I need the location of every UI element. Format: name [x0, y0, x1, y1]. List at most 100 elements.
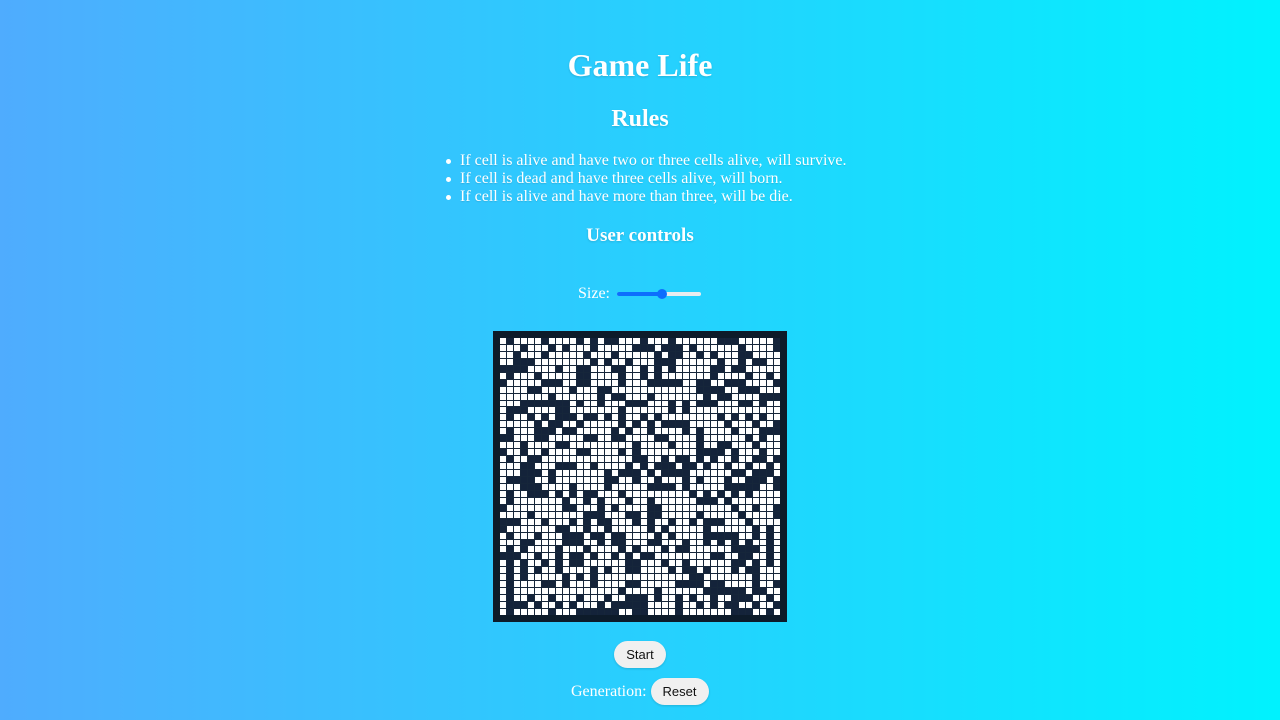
grid-cell[interactable]	[696, 504, 703, 511]
grid-cell[interactable]	[500, 581, 507, 588]
grid-cell[interactable]	[745, 365, 752, 372]
grid-cell[interactable]	[759, 428, 766, 435]
grid-cell[interactable]	[661, 414, 668, 421]
grid-cell[interactable]	[703, 344, 710, 351]
grid-cell[interactable]	[542, 414, 549, 421]
grid-cell[interactable]	[542, 532, 549, 539]
grid-cell[interactable]	[668, 574, 675, 581]
grid-cell[interactable]	[689, 393, 696, 400]
grid-cell[interactable]	[598, 456, 605, 463]
grid-cell[interactable]	[731, 497, 738, 504]
grid-cell[interactable]	[598, 435, 605, 442]
grid-cell[interactable]	[647, 456, 654, 463]
grid-cell[interactable]	[724, 609, 731, 615]
grid-cell[interactable]	[584, 518, 591, 525]
grid-cell[interactable]	[668, 400, 675, 407]
grid-cell[interactable]	[717, 504, 724, 511]
grid-cell[interactable]	[563, 511, 570, 518]
grid-cell[interactable]	[577, 428, 584, 435]
grid-cell[interactable]	[633, 442, 640, 449]
grid-cell[interactable]	[563, 476, 570, 483]
grid-cell[interactable]	[514, 338, 521, 344]
grid-cell[interactable]	[612, 428, 619, 435]
grid-cell[interactable]	[661, 344, 668, 351]
grid-cell[interactable]	[731, 344, 738, 351]
grid-cell[interactable]	[766, 442, 773, 449]
grid-cell[interactable]	[682, 470, 689, 476]
grid-cell[interactable]	[549, 351, 556, 358]
grid-cell[interactable]	[612, 532, 619, 539]
grid-cell[interactable]	[724, 560, 731, 567]
grid-cell[interactable]	[626, 490, 633, 497]
grid-cell[interactable]	[549, 456, 556, 463]
grid-cell[interactable]	[724, 442, 731, 449]
grid-cell[interactable]	[514, 567, 521, 574]
grid-cell[interactable]	[675, 581, 682, 588]
grid-cell[interactable]	[584, 588, 591, 595]
grid-cell[interactable]	[724, 463, 731, 470]
grid-cell[interactable]	[647, 393, 654, 400]
grid-cell[interactable]	[549, 539, 556, 546]
grid-cell[interactable]	[556, 546, 563, 553]
grid-cell[interactable]	[640, 539, 647, 546]
grid-cell[interactable]	[766, 386, 773, 393]
grid-cell[interactable]	[710, 428, 717, 435]
grid-cell[interactable]	[717, 581, 724, 588]
grid-cell[interactable]	[528, 609, 535, 615]
grid-cell[interactable]	[577, 338, 584, 344]
grid-cell[interactable]	[696, 553, 703, 560]
grid-cell[interactable]	[535, 414, 542, 421]
grid-cell[interactable]	[689, 483, 696, 490]
grid-cell[interactable]	[563, 490, 570, 497]
grid-cell[interactable]	[500, 525, 507, 532]
grid-cell[interactable]	[654, 574, 661, 581]
grid-cell[interactable]	[759, 532, 766, 539]
grid-cell[interactable]	[745, 490, 752, 497]
grid-cell[interactable]	[514, 428, 521, 435]
grid-cell[interactable]	[626, 483, 633, 490]
grid-cell[interactable]	[570, 351, 577, 358]
grid-cell[interactable]	[570, 567, 577, 574]
grid-cell[interactable]	[682, 560, 689, 567]
grid-cell[interactable]	[549, 393, 556, 400]
grid-cell[interactable]	[563, 539, 570, 546]
grid-cell[interactable]	[710, 344, 717, 351]
grid-cell[interactable]	[619, 490, 626, 497]
grid-cell[interactable]	[591, 518, 598, 525]
grid-cell[interactable]	[626, 379, 633, 386]
grid-cell[interactable]	[577, 504, 584, 511]
grid-cell[interactable]	[668, 435, 675, 442]
grid-cell[interactable]	[745, 511, 752, 518]
grid-cell[interactable]	[731, 518, 738, 525]
grid-cell[interactable]	[640, 483, 647, 490]
grid-cell[interactable]	[696, 407, 703, 414]
grid-cell[interactable]	[759, 372, 766, 379]
grid-cell[interactable]	[717, 546, 724, 553]
grid-cell[interactable]	[514, 435, 521, 442]
grid-cell[interactable]	[724, 456, 731, 463]
grid-cell[interactable]	[556, 595, 563, 602]
grid-cell[interactable]	[640, 546, 647, 553]
grid-cell[interactable]	[528, 372, 535, 379]
grid-cell[interactable]	[710, 393, 717, 400]
grid-cell[interactable]	[626, 581, 633, 588]
grid-cell[interactable]	[675, 365, 682, 372]
grid-cell[interactable]	[626, 511, 633, 518]
grid-cell[interactable]	[717, 400, 724, 407]
grid-cell[interactable]	[577, 344, 584, 351]
grid-cell[interactable]	[584, 490, 591, 497]
grid-cell[interactable]	[731, 588, 738, 595]
grid-cell[interactable]	[521, 525, 528, 532]
grid-cell[interactable]	[521, 490, 528, 497]
grid-cell[interactable]	[563, 393, 570, 400]
grid-cell[interactable]	[724, 602, 731, 609]
grid-cell[interactable]	[549, 581, 556, 588]
grid-cell[interactable]	[605, 511, 612, 518]
grid-cell[interactable]	[654, 595, 661, 602]
grid-cell[interactable]	[745, 581, 752, 588]
grid-cell[interactable]	[500, 358, 507, 365]
grid-cell[interactable]	[675, 518, 682, 525]
grid-cell[interactable]	[647, 497, 654, 504]
grid-cell[interactable]	[745, 553, 752, 560]
grid-cell[interactable]	[640, 574, 647, 581]
